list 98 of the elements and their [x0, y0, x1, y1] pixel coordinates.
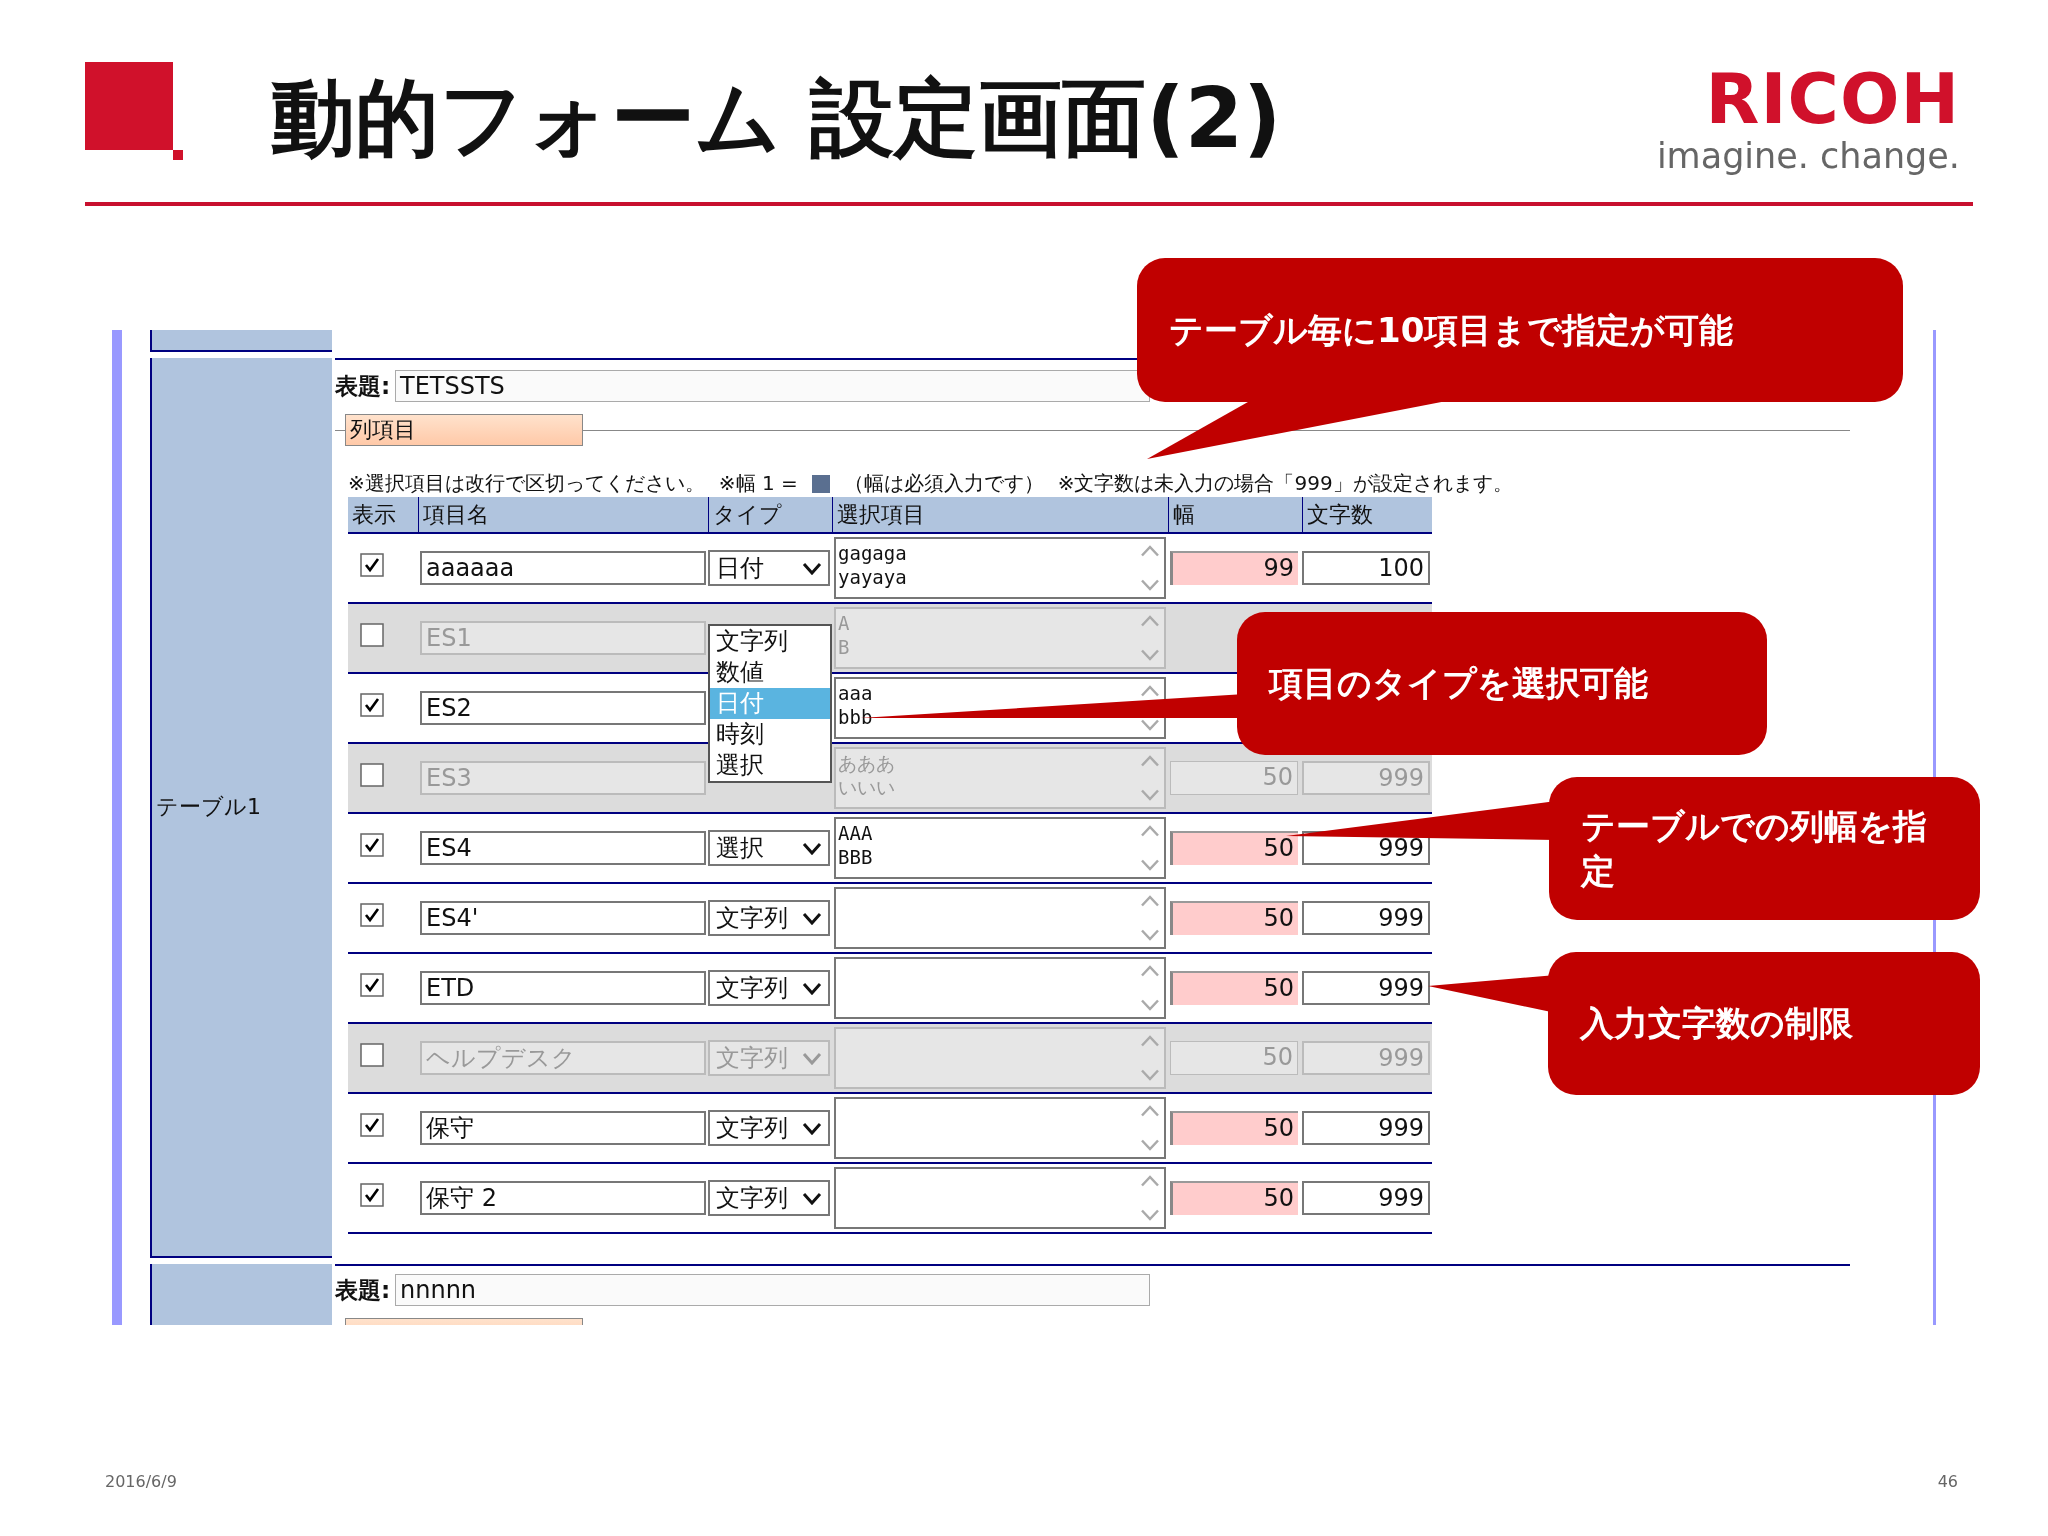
scroll-up-icon	[1140, 545, 1160, 557]
checkbox[interactable]	[360, 903, 384, 927]
brand-tagline: imagine. change.	[1656, 135, 1960, 178]
type-select[interactable]: 日付	[708, 550, 830, 586]
checkbox[interactable]	[360, 1043, 384, 1067]
checkbox[interactable]	[360, 1113, 384, 1137]
scroll-up-icon	[1140, 615, 1160, 627]
type-select[interactable]: 選択	[708, 830, 830, 866]
scroll-up-icon	[1140, 685, 1160, 697]
column-header: 表示	[351, 501, 397, 529]
scroll-down-icon	[1140, 859, 1160, 871]
menu-option[interactable]: 数値	[710, 657, 830, 688]
chevron-down-icon	[802, 981, 822, 995]
char-limit-field[interactable]: 999	[1302, 901, 1430, 935]
note-text: ※文字数は未入力の場合「999」が設定されます。	[1057, 470, 1513, 497]
choices-field[interactable]: AAA BBB	[834, 817, 1166, 879]
column-header: 幅	[1168, 497, 1302, 532]
scroll-down-icon	[1140, 719, 1160, 731]
chevron-down-icon	[802, 561, 822, 575]
width-field[interactable]: 50	[1170, 831, 1298, 865]
checkbox[interactable]	[360, 553, 384, 577]
scroll-up-icon	[1140, 1105, 1160, 1117]
char-limit-field[interactable]: 100	[1302, 551, 1430, 585]
char-limit-field[interactable]: 999	[1302, 1111, 1430, 1145]
choices-field[interactable]	[834, 887, 1166, 949]
choices-field[interactable]	[834, 1097, 1166, 1159]
type-select[interactable]: 文字列	[708, 900, 830, 936]
caption-field[interactable]: TETSSTS	[395, 370, 1150, 402]
scroll-down-icon	[1140, 649, 1160, 661]
char-limit-field[interactable]: 999	[1302, 971, 1430, 1005]
scroll-down-icon	[1140, 1139, 1160, 1151]
width-unit-swatch	[811, 474, 830, 493]
item-name-field[interactable]: ETD	[420, 971, 706, 1005]
chevron-down-icon	[802, 1121, 822, 1135]
menu-option[interactable]: 時刻	[710, 719, 830, 750]
chevron-down-icon	[802, 841, 822, 855]
note-text: ※幅 1 =	[718, 470, 798, 497]
field-label: 表題:	[335, 1275, 392, 1305]
scroll-down-icon	[1140, 789, 1160, 801]
width-field[interactable]: 50	[1170, 1111, 1298, 1145]
width-field[interactable]: 50	[1170, 1181, 1298, 1215]
choices-field[interactable]	[834, 1167, 1166, 1229]
item-name-field[interactable]: 保守	[420, 1111, 706, 1145]
scroll-up-icon	[1140, 965, 1160, 977]
choices-field[interactable]	[834, 957, 1166, 1019]
item-name-field[interactable]: 保守 2	[420, 1181, 706, 1215]
section-legend: 列項目	[345, 414, 583, 446]
checkbox[interactable]	[360, 623, 384, 647]
column-header: 選択項目	[832, 497, 1168, 532]
scroll-down-icon	[1140, 1069, 1160, 1081]
column-header: タイプ	[708, 497, 832, 532]
column-header: 文字数	[1302, 497, 1432, 532]
type-select[interactable]: 文字列	[708, 1110, 830, 1146]
scroll-down-icon	[1140, 999, 1160, 1011]
choices-field[interactable]	[834, 1027, 1166, 1089]
slide-title: 動的フォーム 設定画面(2)	[271, 76, 1282, 160]
width-field[interactable]: 99	[1170, 551, 1298, 585]
choices-field[interactable]: gagaga yayaya	[834, 537, 1166, 599]
menu-option[interactable]: 文字列	[710, 626, 830, 657]
width-field[interactable]: 50	[1170, 971, 1298, 1005]
checkbox[interactable]	[360, 763, 384, 787]
item-name-field[interactable]: ES2	[420, 691, 706, 725]
checkbox[interactable]	[360, 1183, 384, 1207]
note-text: ※選択項目は改行で区切ってください。	[348, 470, 705, 497]
chevron-down-icon	[802, 1191, 822, 1205]
caption-field[interactable]: nnnnn	[395, 1274, 1150, 1306]
slide-date: 2016/6/9	[105, 1472, 177, 1491]
note-text: （幅は必須入力です）	[843, 470, 1044, 497]
char-limit-field[interactable]: 999	[1302, 1181, 1430, 1215]
scroll-down-icon	[1140, 579, 1160, 591]
brand-logo: RICOH	[1705, 64, 1960, 134]
chevron-down-icon	[802, 911, 822, 925]
type-select[interactable]: 文字列	[708, 1180, 830, 1216]
scroll-up-icon	[1140, 1035, 1160, 1047]
scroll-up-icon	[1140, 755, 1160, 767]
callout: テーブルでの列幅を指定	[1549, 777, 1980, 920]
chevron-down-icon	[802, 1051, 822, 1065]
checkbox[interactable]	[360, 833, 384, 857]
item-name-field[interactable]: aaaaaa	[420, 551, 706, 585]
column-header: 項目名	[418, 497, 708, 532]
type-select[interactable]: 文字列	[708, 970, 830, 1006]
item-name-field[interactable]: ES4	[420, 831, 706, 865]
width-field[interactable]: 50	[1170, 901, 1298, 935]
logo-square-icon	[85, 62, 183, 160]
callout: 入力文字数の制限	[1548, 952, 1980, 1095]
menu-option[interactable]: 選択	[710, 750, 830, 781]
scroll-down-icon	[1140, 929, 1160, 941]
checkbox[interactable]	[360, 693, 384, 717]
table-label-cell: テーブル1	[150, 358, 332, 1258]
scroll-up-icon	[1140, 1175, 1160, 1187]
scroll-down-icon	[1140, 1209, 1160, 1221]
checkbox[interactable]	[360, 973, 384, 997]
callout: 項目のタイプを選択可能	[1237, 612, 1767, 755]
page-number: 46	[1937, 1472, 1958, 1491]
scroll-up-icon	[1140, 895, 1160, 907]
scroll-up-icon	[1140, 825, 1160, 837]
item-name-field[interactable]: ES4'	[420, 901, 706, 935]
field-label: 表題:	[335, 371, 392, 401]
